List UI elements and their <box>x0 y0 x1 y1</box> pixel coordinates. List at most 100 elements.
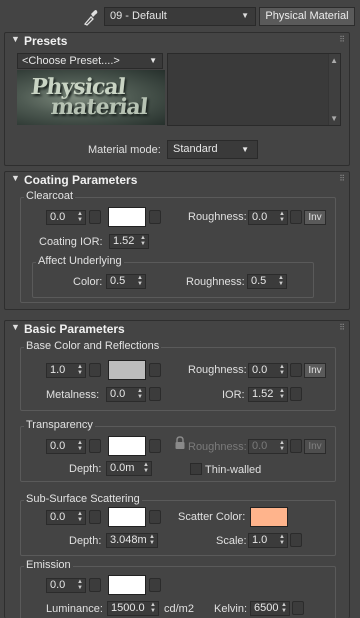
spinner-arrows-icon[interactable]: ▲ ▼ <box>143 462 149 474</box>
base-roughness-map-button[interactable] <box>290 363 302 377</box>
spinner-arrows-icon[interactable]: ▲ ▼ <box>279 388 285 400</box>
transparency-depth-spinner[interactable]: 0.0m ▲ ▼ <box>106 461 152 476</box>
scroll-up-icon[interactable]: ▲ <box>330 56 338 65</box>
basic-rollout-header[interactable]: ▼ Basic Parameters ⠿ <box>5 321 349 337</box>
spinner-value: 0.0 <box>50 579 66 591</box>
transparency-inv-button[interactable]: Inv <box>304 439 326 454</box>
transparency-weight-spinner[interactable]: 0.0 ▲ ▼ <box>46 439 86 454</box>
material-mode-dropdown[interactable]: Standard ▼ <box>167 140 258 159</box>
spinner-arrows-icon[interactable]: ▲ ▼ <box>279 534 285 546</box>
spinner-arrows-icon[interactable]: ▲ ▼ <box>77 364 83 376</box>
affect-color-label: Color: <box>73 276 103 288</box>
scroll-down-icon[interactable]: ▼ <box>330 114 338 123</box>
transparency-weight-map-button[interactable] <box>89 439 101 453</box>
transparency-color-swatch[interactable] <box>108 436 146 456</box>
sss-depth-spinner[interactable]: 3.048m ▲ ▼ <box>106 533 158 548</box>
transparency-color-map-button[interactable] <box>149 439 161 453</box>
collapse-triangle-icon: ▼ <box>11 34 20 44</box>
ior-spinner[interactable]: 1.52 ▲ ▼ <box>248 387 288 402</box>
spinner-arrows-icon[interactable]: ▲ ▼ <box>137 388 143 400</box>
clearcoat-weight-spinner[interactable]: 0.0 ▲ ▼ <box>46 210 86 225</box>
sss-scale-map-button[interactable] <box>290 533 302 547</box>
spinner-arrows-icon[interactable]: ▲ ▼ <box>278 275 284 287</box>
spinner-arrows-icon[interactable]: ▲ ▼ <box>279 364 285 376</box>
spinner-arrows-icon[interactable]: ▲ ▼ <box>279 440 285 452</box>
material-toolbar: 09 - Default ▼ Physical Material <box>0 0 360 32</box>
clearcoat-roughness-spinner[interactable]: 0.0 ▲ ▼ <box>248 210 288 225</box>
emission-color-map-button[interactable] <box>149 578 161 592</box>
spinner-value: 0.0 <box>50 211 66 223</box>
chevron-down-icon: ▼ <box>241 145 249 154</box>
sss-weight-map-button[interactable] <box>89 510 101 524</box>
coating-ior-spinner[interactable]: 1.52 ▲ ▼ <box>109 234 149 249</box>
affect-roughness-spinner[interactable]: 0.5 ▲ ▼ <box>247 274 287 289</box>
base-weight-spinner[interactable]: 1.0 ▲ ▼ <box>46 363 86 378</box>
drag-grip-icon[interactable]: ⠿ <box>339 323 345 332</box>
clearcoat-inv-button[interactable]: Inv <box>304 210 326 225</box>
presets-rollout-header[interactable]: ▼ Presets ⠿ <box>5 33 349 49</box>
clearcoat-color-map-button[interactable] <box>149 210 161 224</box>
kelvin-spinner[interactable]: 6500 ▲ ▼ <box>250 601 290 616</box>
sss-color-swatch[interactable] <box>108 507 146 527</box>
material-type-button[interactable]: Physical Material <box>259 7 355 26</box>
base-color-swatch[interactable] <box>108 360 146 380</box>
thumbnail-text-line2: material <box>49 94 149 120</box>
base-roughness-spinner[interactable]: 0.0 ▲ ▼ <box>248 363 288 378</box>
sss-weight-spinner[interactable]: 0.0 ▲ ▼ <box>46 510 86 525</box>
ior-map-button[interactable] <box>290 387 302 401</box>
spinner-arrows-icon[interactable]: ▲ ▼ <box>150 602 156 614</box>
spinner-arrows-icon[interactable]: ▲ ▼ <box>77 511 83 523</box>
spinner-value: 0.0 <box>252 364 268 376</box>
affect-underlying-group-label: Affect Underlying <box>36 255 124 267</box>
spinner-value: 1.52 <box>113 235 135 247</box>
spinner-arrows-icon[interactable]: ▲ ▼ <box>281 602 287 614</box>
coating-rollout-header[interactable]: ▼ Coating Parameters ⠿ <box>5 172 349 188</box>
spinner-value: 0.5 <box>110 275 126 287</box>
clearcoat-weight-map-button[interactable] <box>89 210 101 224</box>
spinner-value: 0.5 <box>251 275 267 287</box>
spinner-arrows-icon[interactable]: ▲ ▼ <box>77 579 83 591</box>
spinner-value: 0.0 <box>50 440 66 452</box>
scatter-color-swatch[interactable] <box>250 507 288 527</box>
material-mode-label: Material mode: <box>88 144 161 156</box>
sss-depth-label: Depth: <box>69 535 102 547</box>
spinner-value: 6500 <box>254 602 279 614</box>
transparency-roughness-map-button[interactable] <box>290 439 302 453</box>
preset-list-box[interactable]: ▲ ▼ <box>167 53 341 126</box>
preset-thumbnail: Physical material <box>17 70 165 125</box>
emission-weight-map-button[interactable] <box>89 578 101 592</box>
drag-grip-icon[interactable]: ⠿ <box>339 35 345 44</box>
spinner-value: 3.048m <box>110 534 147 546</box>
drag-grip-icon[interactable]: ⠿ <box>339 174 345 183</box>
sss-color-map-button[interactable] <box>149 510 161 524</box>
eyedropper-icon[interactable] <box>82 8 98 26</box>
spinner-arrows-icon[interactable]: ▲ ▼ <box>140 235 146 247</box>
rollout-title: Basic Parameters <box>24 322 125 336</box>
affect-color-spinner[interactable]: 0.5 ▲ ▼ <box>106 274 146 289</box>
clearcoat-color-swatch[interactable] <box>108 207 146 227</box>
emission-weight-spinner[interactable]: 0.0 ▲ ▼ <box>46 578 86 593</box>
spinner-arrows-icon[interactable]: ▲ ▼ <box>279 211 285 223</box>
lock-icon[interactable] <box>174 436 186 450</box>
rollout-title: Coating Parameters <box>24 173 138 187</box>
thin-walled-checkbox[interactable] <box>190 463 202 475</box>
material-name-dropdown[interactable]: 09 - Default ▼ <box>104 7 256 26</box>
base-inv-button[interactable]: Inv <box>304 363 326 378</box>
luminance-spinner[interactable]: 1500.0 ▲ ▼ <box>107 601 159 616</box>
sss-scale-spinner[interactable]: 1.0 ▲ ▼ <box>248 533 288 548</box>
spinner-arrows-icon[interactable]: ▲ ▼ <box>77 211 83 223</box>
affect-roughness-label: Roughness: <box>186 276 245 288</box>
metalness-map-button[interactable] <box>149 387 161 401</box>
spinner-arrows-icon[interactable]: ▲ ▼ <box>137 275 143 287</box>
spinner-arrows-icon[interactable]: ▲ ▼ <box>77 440 83 452</box>
kelvin-map-button[interactable] <box>292 601 304 615</box>
base-color-map-button[interactable] <box>149 363 161 377</box>
metalness-spinner[interactable]: 0.0 ▲ ▼ <box>106 387 146 402</box>
preset-dropdown[interactable]: <Choose Preset....> ▼ <box>17 53 163 69</box>
base-weight-map-button[interactable] <box>89 363 101 377</box>
spinner-value: 1500.0 <box>111 602 145 614</box>
spinner-arrows-icon[interactable]: ▲ ▼ <box>149 534 155 546</box>
clearcoat-roughness-map-button[interactable] <box>290 210 302 224</box>
transparency-roughness-spinner[interactable]: 0.0 ▲ ▼ <box>248 439 288 454</box>
emission-color-swatch[interactable] <box>108 575 146 595</box>
